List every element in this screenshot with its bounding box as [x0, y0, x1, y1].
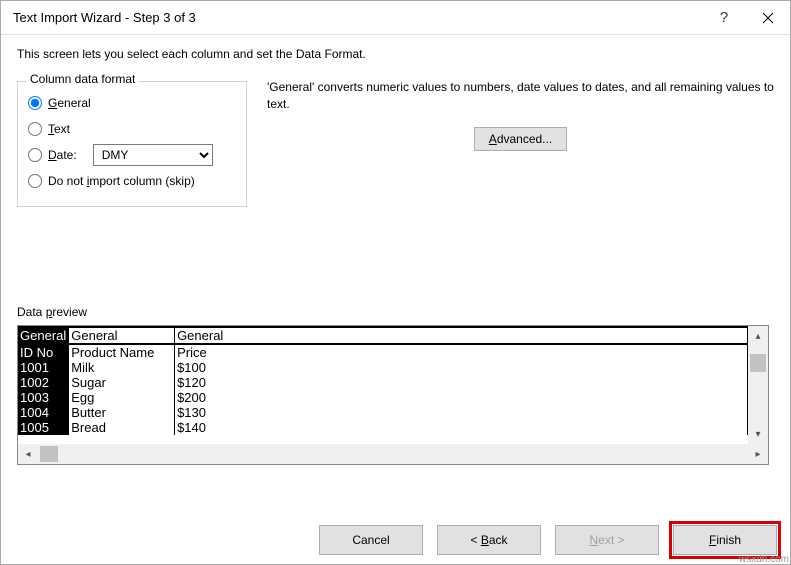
radio-date-input[interactable]	[28, 148, 42, 162]
scroll-right-icon[interactable]: ▸	[748, 444, 768, 464]
format-hint: 'General' converts numeric values to num…	[267, 79, 774, 113]
vertical-scrollbar[interactable]: ▴ ▾	[748, 326, 768, 444]
radio-skip[interactable]: Do not import column (skip)	[28, 168, 236, 194]
scroll-up-icon[interactable]: ▴	[748, 326, 768, 346]
close-button[interactable]	[746, 1, 790, 35]
col-header[interactable]: General	[175, 327, 748, 344]
scroll-left-icon[interactable]: ◂	[18, 444, 38, 464]
close-icon	[762, 12, 774, 24]
intro-text: This screen lets you select each column …	[17, 47, 774, 61]
date-format-select[interactable]: DMY	[93, 144, 213, 166]
radio-date[interactable]: Date: DMY	[28, 142, 236, 168]
radio-skip-input[interactable]	[28, 174, 42, 188]
next-button: Next >	[555, 525, 659, 555]
radio-date-label: Date:	[48, 148, 77, 162]
radio-general-label: General	[48, 96, 91, 110]
table-row: ID NoProduct NamePrice	[18, 344, 748, 360]
window-title: Text Import Wizard - Step 3 of 3	[13, 10, 702, 25]
finish-button[interactable]: Finish	[673, 525, 777, 555]
horizontal-scrollbar[interactable]: ◂ ▸	[18, 444, 768, 464]
cancel-button[interactable]: Cancel	[319, 525, 423, 555]
radio-general-input[interactable]	[28, 96, 42, 110]
table-row: 1005Bread$140	[18, 420, 748, 435]
column-data-format-group: Column data format General Text Date: DM…	[17, 81, 247, 207]
radio-text-label: Text	[48, 122, 70, 136]
data-preview: General General General ID NoProduct Nam…	[17, 325, 769, 465]
table-row: 1002Sugar$120	[18, 375, 748, 390]
watermark: wsxdn.com	[739, 554, 789, 565]
dialog-footer: Cancel < Back Next > Finish	[0, 515, 791, 565]
back-button[interactable]: < Back	[437, 525, 541, 555]
table-row: 1001Milk$100	[18, 360, 748, 375]
advanced-button[interactable]: Advanced...	[474, 127, 567, 151]
col-header[interactable]: General	[18, 327, 69, 344]
preview-header-row[interactable]: General General General	[18, 327, 748, 344]
scroll-down-icon[interactable]: ▾	[748, 424, 768, 444]
col-header[interactable]: General	[69, 327, 175, 344]
radio-text[interactable]: Text	[28, 116, 236, 142]
horizontal-scroll-thumb[interactable]	[40, 446, 58, 462]
table-row: 1004Butter$130	[18, 405, 748, 420]
radio-skip-label: Do not import column (skip)	[48, 174, 195, 188]
help-button[interactable]: ?	[702, 1, 746, 35]
radio-text-input[interactable]	[28, 122, 42, 136]
data-preview-label: Data preview	[17, 305, 774, 319]
fieldset-legend: Column data format	[26, 72, 139, 86]
table-row: 1003Egg$200	[18, 390, 748, 405]
preview-table[interactable]: General General General ID NoProduct Nam…	[18, 326, 748, 435]
vertical-scroll-thumb[interactable]	[750, 354, 766, 372]
radio-general[interactable]: General	[28, 90, 236, 116]
